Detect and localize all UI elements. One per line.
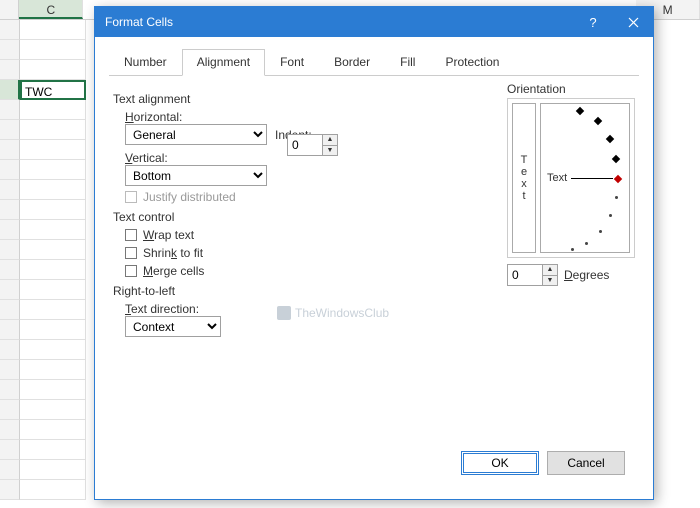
tab-alignment[interactable]: Alignment — [182, 49, 265, 76]
right-to-left-label: Right-to-left — [113, 284, 635, 298]
degrees-spinner[interactable]: ▲▼ — [507, 264, 558, 286]
orientation-arc[interactable]: Text — [540, 103, 630, 253]
tab-fill[interactable]: Fill — [385, 49, 430, 75]
degrees-input[interactable] — [508, 265, 542, 285]
orientation-vertical-button[interactable]: Text — [512, 103, 536, 253]
text-direction-select[interactable]: Context — [125, 316, 221, 337]
orientation-label: Orientation — [507, 82, 635, 96]
dialog-titlebar[interactable]: Format Cells ? — [95, 7, 653, 37]
ok-button[interactable]: OK — [461, 451, 539, 475]
tab-number[interactable]: Number — [109, 49, 182, 75]
indent-up-icon[interactable]: ▲ — [323, 135, 337, 146]
orientation-box: Text Text — [507, 98, 635, 258]
tab-border[interactable]: Border — [319, 49, 385, 75]
degrees-down-icon[interactable]: ▼ — [543, 276, 557, 286]
indent-down-icon[interactable]: ▼ — [323, 146, 337, 156]
vertical-select[interactable]: Bottom — [125, 165, 267, 186]
text-direction-label: Text direction: — [125, 302, 635, 316]
help-button[interactable]: ? — [573, 7, 613, 37]
cancel-button[interactable]: Cancel — [547, 451, 625, 475]
dialog-title: Format Cells — [105, 15, 573, 29]
close-button[interactable] — [613, 7, 653, 37]
indent-spinner[interactable]: ▲▼ — [287, 134, 338, 156]
tab-protection[interactable]: Protection — [430, 49, 514, 75]
tab-font[interactable]: Font — [265, 49, 319, 75]
indent-input[interactable] — [288, 135, 322, 155]
horizontal-select[interactable]: General — [125, 124, 267, 145]
active-cell[interactable]: TWC — [20, 80, 86, 100]
orientation-text-label: Text — [547, 172, 567, 184]
format-cells-dialog: Format Cells ? Number Alignment Font Bor… — [94, 6, 654, 500]
degrees-up-icon[interactable]: ▲ — [543, 265, 557, 276]
dialog-tabs: Number Alignment Font Border Fill Protec… — [109, 49, 639, 76]
degrees-label: Degrees — [564, 268, 609, 282]
column-header-c[interactable]: C — [19, 0, 83, 19]
